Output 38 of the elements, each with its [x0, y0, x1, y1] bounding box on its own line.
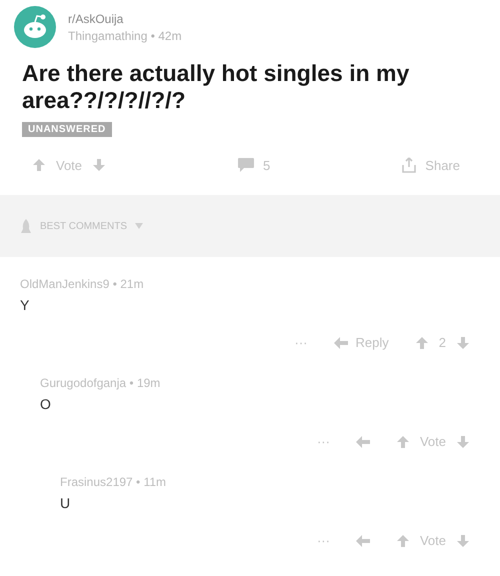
vote-score: 2	[438, 335, 446, 350]
downvote-icon[interactable]	[92, 158, 106, 172]
comment-text: O	[40, 396, 52, 412]
post-flair: UNANSWERED	[22, 122, 112, 137]
reply-button[interactable]	[356, 436, 370, 448]
vote-score: Vote	[420, 434, 446, 449]
comment-author: Gurugodofganja • 19m	[40, 376, 162, 390]
downvote-icon[interactable]	[456, 534, 470, 548]
comment-author: OldManJenkins9 • 21m	[20, 277, 145, 291]
post-title: Are there actually hot singles in my area??/?/?//?/?	[22, 60, 410, 114]
vote-label: Vote	[56, 158, 82, 172]
comment-author: Frasinus2197 • 11m	[60, 475, 168, 489]
rocket-icon	[20, 219, 32, 233]
speech-bubble-icon	[237, 157, 256, 173]
reply-button[interactable]	[356, 534, 370, 546]
upvote-icon[interactable]	[414, 336, 429, 350]
reply-arrow-icon	[356, 534, 370, 546]
downvote-icon[interactable]	[456, 434, 470, 448]
comments-button[interactable]: 5	[237, 157, 270, 173]
upvote-icon[interactable]	[396, 534, 410, 548]
reply-button[interactable]: Reply	[334, 335, 389, 350]
more-button[interactable]: ···	[294, 335, 308, 350]
reply-arrow-icon	[356, 436, 370, 448]
reply-arrow-icon	[334, 336, 348, 348]
subreddit-name[interactable]: r/AskOuija	[68, 12, 182, 26]
share-icon	[401, 157, 418, 173]
vote-score: Vote	[420, 533, 446, 548]
post-byline: Thingamathing • 42m	[68, 28, 182, 42]
caret-icon	[135, 223, 144, 229]
upvote-icon[interactable]	[32, 158, 46, 172]
comment-text: U	[60, 495, 72, 511]
subreddit-avatar-icon	[14, 6, 56, 48]
share-button[interactable]: Share	[401, 157, 460, 173]
comment-text: Y	[20, 297, 30, 313]
more-button[interactable]: ···	[316, 434, 330, 449]
more-button[interactable]: ···	[316, 533, 330, 548]
upvote-icon[interactable]	[396, 434, 410, 448]
downvote-icon[interactable]	[456, 336, 470, 350]
